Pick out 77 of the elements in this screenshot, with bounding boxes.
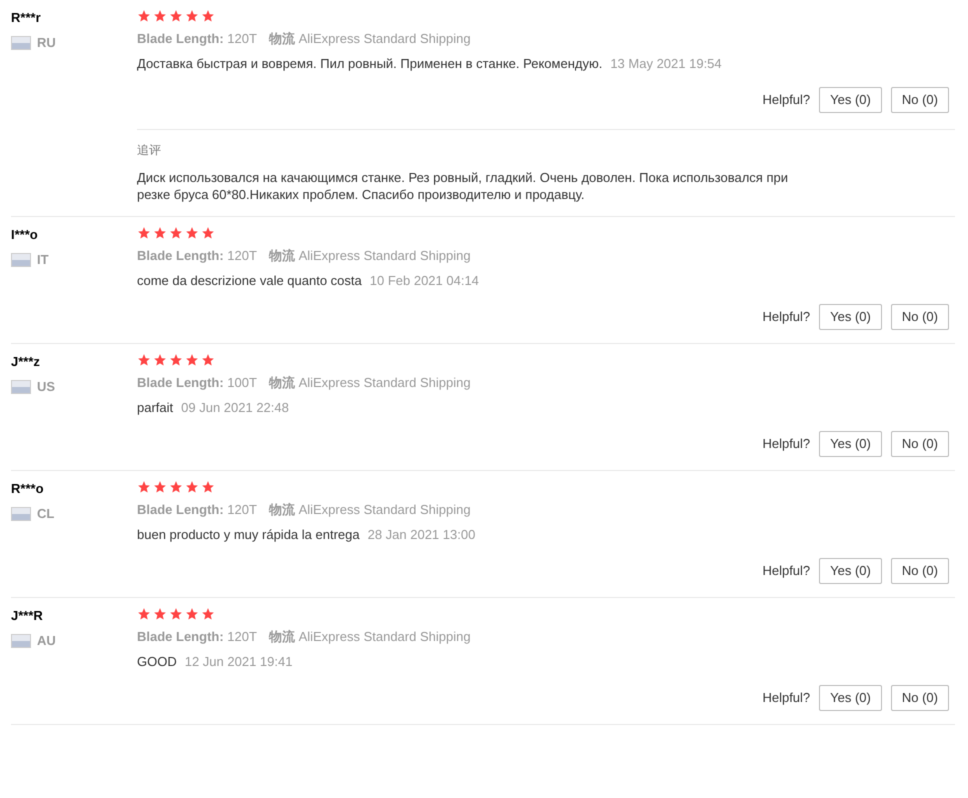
shipping-text: 物流 AliExpress Standard Shipping: [268, 247, 471, 265]
star-icon: [137, 9, 151, 23]
yes-button[interactable]: Yes (0): [819, 685, 882, 711]
attribute-text: Blade Length: 120T: [137, 247, 257, 265]
star-icon: [185, 480, 199, 494]
star-icon: [153, 607, 167, 621]
star-icon: [185, 226, 199, 240]
star-icon: [169, 9, 183, 23]
star-icon: [185, 607, 199, 621]
flag-icon: [11, 36, 31, 50]
review-text: GOOD: [137, 653, 177, 671]
user-name: R***r: [11, 9, 42, 27]
yes-button[interactable]: Yes (0): [819, 304, 882, 330]
followup-text: Диск использовался на качающимся станке. Рез ровный, гладкий. Очень доволен. Пока использовался при резке бруса 60*80.Никаких проблем. Спасибо производителю и продавцу.: [137, 169, 789, 203]
country-code: CL: [37, 505, 54, 523]
attribute-text: Blade Length: 120T: [137, 30, 257, 48]
yes-button[interactable]: Yes (0): [819, 558, 882, 584]
helpful-label: Helpful?: [762, 562, 810, 580]
shipping-text: 物流 AliExpress Standard Shipping: [268, 501, 471, 519]
star-icon: [169, 353, 183, 367]
user-name: R***o: [11, 480, 45, 498]
helpful-label: Helpful?: [762, 435, 810, 454]
attribute-text: Blade Length: 120T: [137, 501, 257, 519]
star-icon: [185, 9, 199, 23]
helpful-label: Helpful?: [762, 689, 810, 708]
yes-button[interactable]: Yes (0): [819, 87, 882, 113]
star-icon: [153, 9, 167, 23]
followup-label: 追评: [137, 142, 162, 159]
flag-icon: [11, 380, 31, 394]
star-icon: [201, 607, 215, 621]
star-icon: [153, 226, 167, 240]
attribute-text: Blade Length: 100T: [137, 374, 257, 392]
no-button[interactable]: No (0): [890, 685, 949, 711]
country-code: AU: [37, 632, 56, 650]
flag-icon: [11, 506, 31, 521]
no-button[interactable]: No (0): [890, 558, 949, 584]
star-icon: [201, 9, 215, 23]
star-icon: [201, 480, 215, 494]
star-icon: [137, 607, 151, 621]
user-name: J***z: [11, 353, 41, 371]
helpful-label: Helpful?: [762, 91, 810, 110]
no-button[interactable]: No (0): [890, 431, 949, 457]
review-text: come da descrizione vale quanto costa: [137, 272, 362, 290]
shipping-text: 物流 AliExpress Standard Shipping: [268, 30, 471, 48]
no-button[interactable]: No (0): [890, 304, 949, 330]
star-icon: [201, 353, 215, 367]
star-icon: [137, 353, 151, 367]
user-name: J***R: [11, 607, 44, 625]
star-icon: [153, 480, 167, 494]
star-icon: [185, 353, 199, 367]
star-icon: [137, 226, 151, 240]
star-icon: [169, 607, 183, 621]
country-code: IT: [37, 251, 49, 269]
star-icon: [201, 226, 215, 240]
star-icon: [153, 353, 167, 367]
review-text: buen producto y muy rápida la entrega: [137, 526, 360, 544]
star-icon: [169, 226, 183, 240]
review-date: 09 Jun 2021 22:48: [181, 399, 289, 417]
yes-button[interactable]: Yes (0): [819, 431, 882, 457]
flag-icon: [11, 252, 31, 267]
star-icon: [137, 480, 151, 494]
review-date: 13 May 2021 19:54: [610, 55, 722, 73]
review-text: parfait: [137, 399, 174, 417]
helpful-label: Helpful?: [762, 308, 810, 326]
country-code: RU: [37, 34, 56, 52]
shipping-text: 物流 AliExpress Standard Shipping: [268, 628, 471, 646]
review-text: Доставка быстрая и вовремя. Пил ровный. Применен в станке. Рекомендую.: [137, 55, 602, 73]
user-name: I***o: [11, 226, 39, 244]
star-icon: [169, 480, 183, 494]
review-date: 12 Jun 2021 19:41: [184, 653, 292, 671]
review-date: 10 Feb 2021 04:14: [370, 272, 479, 290]
flag-icon: [11, 634, 31, 648]
attribute-text: Blade Length: 120T: [137, 628, 257, 646]
review-date: 28 Jan 2021 13:00: [368, 526, 476, 544]
no-button[interactable]: No (0): [890, 87, 949, 113]
shipping-text: 物流 AliExpress Standard Shipping: [268, 374, 471, 392]
country-code: US: [37, 378, 56, 396]
